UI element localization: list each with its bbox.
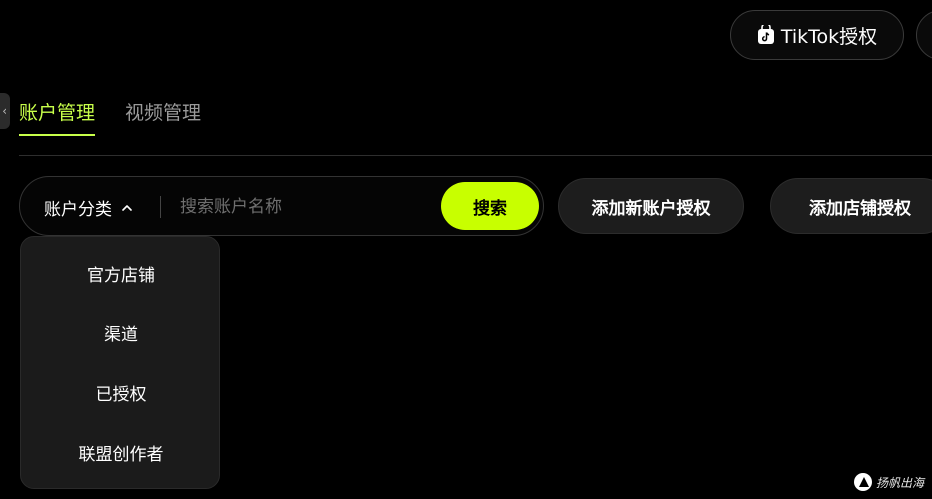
watermark-text: 扬帆出海	[875, 475, 924, 490]
add-store-auth-button[interactable]: 添加店铺授权	[770, 178, 932, 234]
add-account-auth-button[interactable]: 添加新账户授权	[558, 178, 744, 234]
tab-divider	[19, 155, 932, 156]
search-button[interactable]: 搜索	[441, 182, 539, 230]
category-dropdown-menu: 官方店铺 渠道 已授权 联盟创作者	[20, 236, 220, 489]
account-category-select[interactable]: 账户分类	[44, 195, 134, 220]
tab-bar: 账户管理 视频管理	[19, 98, 201, 136]
tab-video-management[interactable]: 视频管理	[125, 98, 201, 135]
account-category-label: 账户分类	[44, 200, 112, 220]
dropdown-item-channel[interactable]: 渠道	[21, 312, 221, 352]
watermark: 扬帆出海	[853, 473, 924, 491]
dropdown-item-affiliate-creator[interactable]: 联盟创作者	[21, 432, 221, 472]
account-search-input[interactable]	[180, 191, 435, 223]
tiktok-logo-icon	[757, 25, 774, 44]
search-bar: 账户分类 搜索	[19, 176, 544, 236]
tiktok-auth-label: TikTok授权	[780, 25, 878, 48]
header-overflow-button[interactable]	[916, 10, 932, 60]
dropdown-item-authorized[interactable]: 已授权	[21, 372, 221, 412]
dropdown-item-official-store[interactable]: 官方店铺	[21, 253, 221, 293]
chevron-up-icon	[122, 204, 132, 211]
page: ‹ TikTok授权 账户管理 视频管理 账户分类 搜索 添加新账户授权 添加店…	[0, 0, 932, 499]
tiktok-auth-button[interactable]: TikTok授权	[730, 10, 904, 60]
search-separator	[160, 196, 161, 218]
yangfan-logo-icon	[853, 473, 872, 491]
sidebar-collapse-handle[interactable]: ‹	[0, 93, 10, 129]
tab-account-management[interactable]: 账户管理	[19, 98, 96, 136]
